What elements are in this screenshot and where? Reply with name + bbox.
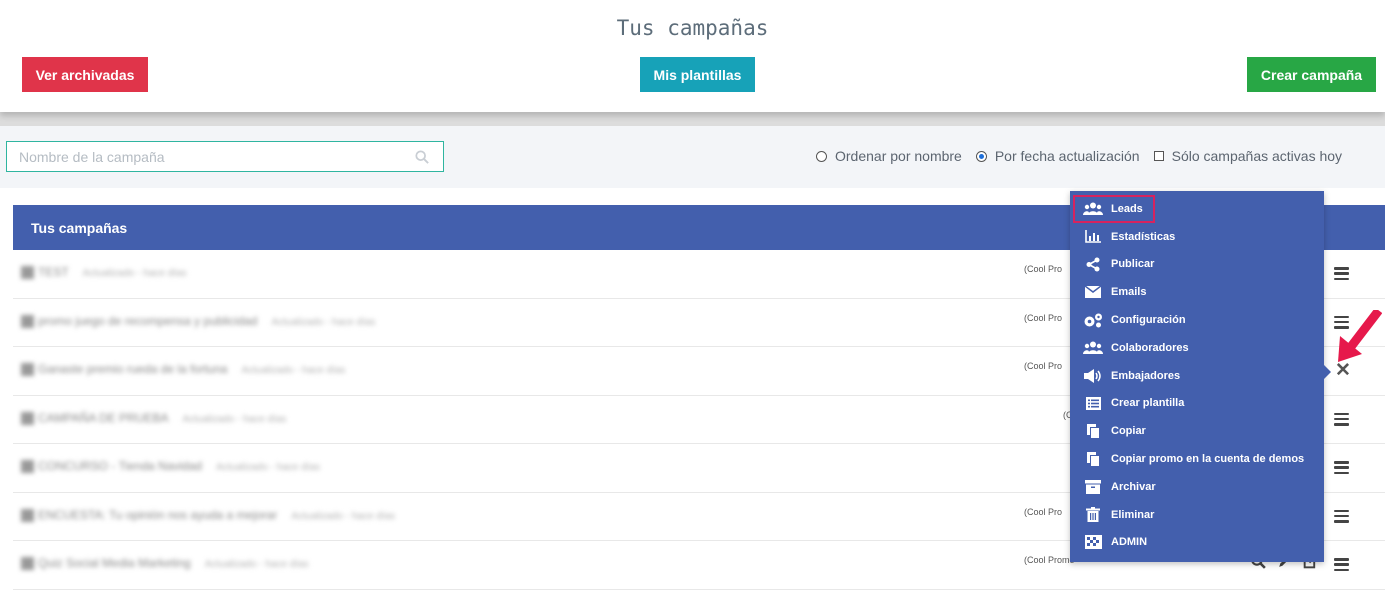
campaign-name-text: Quiz Social Media Marketing [38, 556, 191, 570]
campaign-name-text: Ganaste premio rueda de la fortuna [38, 362, 228, 376]
sort-by-name-label: Ordenar por nombre [835, 148, 962, 164]
campaign-name[interactable]: Ganaste premio rueda de la fortuna Actual… [21, 362, 346, 377]
copy-icon [1083, 451, 1103, 467]
campaign-updated-text: Actualizado - hace días [182, 413, 287, 425]
campaign-type-icon [21, 314, 34, 328]
menu-item-eliminar[interactable]: Eliminar [1070, 501, 1324, 529]
only-active-checkbox[interactable] [1153, 151, 1164, 161]
menu-item-label: Archivar [1111, 480, 1156, 493]
list-icon [1083, 396, 1103, 411]
gears-icon [1083, 313, 1103, 328]
menu-item-label: Copiar [1111, 425, 1146, 438]
menu-item-label: Embajadores [1111, 369, 1181, 382]
hamburger-menu-icon[interactable] [1334, 558, 1349, 571]
search-input[interactable] [7, 142, 443, 171]
sort-by-name-option[interactable]: Ordenar por nombre [816, 148, 962, 164]
campaign-updated-text: Actualizado - hace días [82, 268, 187, 279]
menu-item-label: Publicar [1111, 258, 1155, 271]
bar-chart-icon [1083, 229, 1103, 244]
menu-item-copiar-promo-en-la-cuenta-de-demos[interactable]: Copiar promo en la cuenta de demos [1070, 445, 1324, 473]
campaign-name-text: TEST [38, 265, 69, 279]
campaign-name-text: CAMPAÑA DE PRUEBA [38, 410, 169, 425]
campaign-name[interactable]: TEST Actualizado - hace días [21, 265, 187, 280]
campaign-updated-text: Actualizado - hace días [241, 365, 346, 376]
megaphone-icon [1083, 368, 1103, 383]
pointer-arrow-icon [1338, 310, 1382, 362]
sort-by-update-radio[interactable] [975, 150, 987, 162]
sort-by-update-label: Por fecha actualización [994, 148, 1140, 164]
menu-item-publicar[interactable]: Publicar [1070, 251, 1324, 279]
only-active-option[interactable]: Sólo campañas activas hoy [1153, 148, 1343, 164]
menu-item-estad-sticas[interactable]: Estadísticas [1070, 223, 1324, 251]
menu-item-label: Eliminar [1111, 508, 1155, 521]
hamburger-menu-icon[interactable] [1334, 509, 1349, 523]
menu-item-colaboradores[interactable]: Colaboradores [1070, 334, 1324, 362]
campaign-name[interactable]: CAMPAÑA DE PRUEBA Actualizado - hace días [21, 411, 286, 425]
campaign-name-text: promo juego de recompensa y publicidad [38, 313, 258, 328]
campaign-name[interactable]: CONCURSO - Tienda Navidad Actualizado - h… [21, 459, 321, 474]
campaign-type-icon [21, 363, 34, 377]
campaign-type-icon [21, 508, 34, 522]
menu-item-label: Configuración [1111, 314, 1186, 327]
archive-icon [1083, 479, 1103, 494]
trash-icon [1083, 507, 1103, 523]
menu-item-label: Crear plantilla [1111, 397, 1185, 410]
checkered-flag-icon [1083, 535, 1103, 550]
users-icon [1083, 340, 1103, 355]
filter-bar: Ordenar por nombre Por fecha actualizaci… [0, 126, 1385, 188]
envelope-icon [1083, 285, 1103, 300]
copy-icon [1083, 423, 1103, 439]
campaign-name-text: ENCUESTA: Tu opinión nos ayuda a mejorar [38, 507, 278, 522]
campaign-type-icon [21, 460, 34, 474]
only-active-label: Sólo campañas activas hoy [1171, 148, 1343, 164]
users-icon [1083, 201, 1103, 216]
view-archived-button[interactable]: Ver archivadas [22, 57, 148, 92]
hamburger-menu-icon[interactable] [1334, 461, 1349, 474]
campaign-updated-text: Actualizado - hace días [291, 510, 396, 522]
campaign-name-text: CONCURSO - Tienda Navidad [38, 459, 203, 473]
campaign-name[interactable]: ENCUESTA: Tu opinión nos ayuda a mejorar… [21, 508, 395, 522]
menu-item-label: Emails [1111, 286, 1147, 299]
search-icon[interactable] [415, 150, 429, 164]
menu-item-crear-plantilla[interactable]: Crear plantilla [1070, 390, 1324, 418]
menu-item-archivar[interactable]: Archivar [1070, 473, 1324, 501]
menu-item-label: Colaboradores [1111, 341, 1189, 354]
menu-item-copiar[interactable]: Copiar [1070, 417, 1324, 445]
campaign-type-icon [21, 557, 34, 571]
campaign-updated-text: Actualizado - hace días [271, 316, 376, 328]
campaign-type-tag: (Cool Pro [1024, 506, 1063, 517]
sort-by-update-option[interactable]: Por fecha actualización [975, 148, 1140, 164]
campaign-updated-text: Actualizado - hace días [216, 462, 321, 473]
share-icon [1083, 257, 1103, 272]
campaign-type-tag: (Cool Pro [1024, 264, 1063, 274]
menu-item-label: Copiar promo en la cuenta de demos [1111, 453, 1305, 466]
campaign-name[interactable]: Quiz Social Media Marketing Actualizado -… [21, 556, 309, 571]
campaign-updated-text: Actualizado - hace días [204, 559, 309, 570]
divider-band [0, 112, 1385, 126]
menu-item-admin[interactable]: ADMIN [1070, 529, 1324, 557]
menu-item-emails[interactable]: Emails [1070, 278, 1324, 306]
sort-by-name-radio[interactable] [816, 150, 827, 162]
create-campaign-button[interactable]: Crear campaña [1247, 57, 1376, 92]
menu-item-label: Estadísticas [1111, 230, 1176, 243]
campaign-type-tag: (Cool Promo [1024, 555, 1075, 565]
sort-options: Ordenar por nombre Por fecha actualizaci… [816, 148, 1342, 164]
page-header: Tus campañas Ver archivadas Mis plantill… [0, 0, 1385, 112]
campaign-type-icon [21, 411, 34, 425]
menu-item-label: Leads [1111, 202, 1143, 215]
campaign-name[interactable]: promo juego de recompensa y publicidad Ac… [21, 314, 375, 328]
campaign-type-icon [21, 266, 34, 280]
campaign-type-tag: (Cool Pro [1024, 312, 1063, 323]
search-box [6, 141, 444, 172]
page-title: Tus campañas [616, 16, 769, 40]
campaign-type-tag: (Cool Pro [1024, 361, 1063, 371]
hamburger-menu-icon[interactable] [1334, 412, 1349, 426]
my-templates-button[interactable]: Mis plantillas [640, 57, 755, 92]
menu-item-label: ADMIN [1111, 536, 1148, 549]
menu-item-leads[interactable]: Leads [1073, 195, 1155, 223]
campaign-actions-menu: Leads Estadísticas Publicar Emails Configura… [1070, 191, 1331, 562]
menu-item-configuraci-n[interactable]: Configuración [1070, 306, 1324, 334]
hamburger-menu-icon[interactable] [1334, 267, 1349, 280]
menu-item-embajadores[interactable]: Embajadores [1070, 362, 1324, 390]
